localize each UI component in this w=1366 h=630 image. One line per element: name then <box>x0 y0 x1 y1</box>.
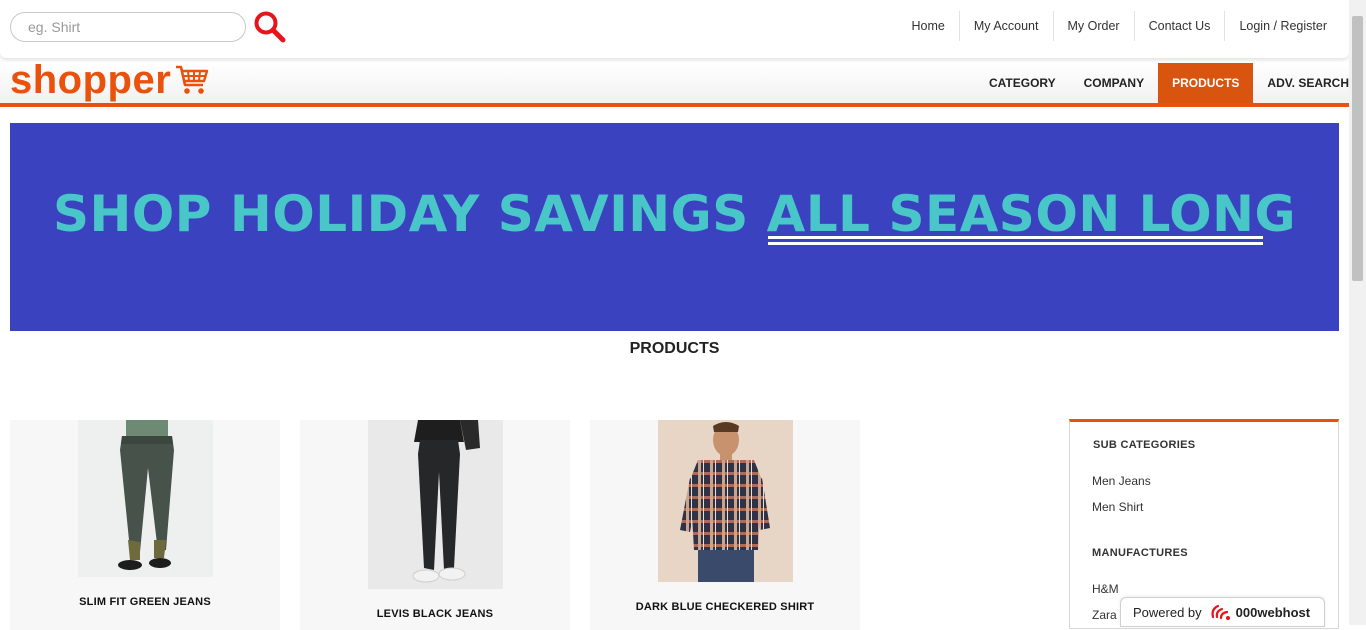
page-scrollbar[interactable] <box>1349 0 1366 625</box>
top-links: Home My Account My Order Contact Us Logi… <box>898 11 1341 41</box>
product-card-levis-black-jeans[interactable]: LEVIS BLACK JEANS <box>300 420 570 630</box>
manufacturer-zara[interactable]: Zara <box>1092 608 1117 622</box>
product-name[interactable]: LEVIS BLACK JEANS <box>300 608 570 620</box>
login-register-link[interactable]: Login / Register <box>1224 11 1341 41</box>
nav-company[interactable]: COMPANY <box>1070 63 1158 103</box>
cart-icon <box>175 64 209 101</box>
my-order-link[interactable]: My Order <box>1052 11 1134 41</box>
powered-by-label: Powered by <box>1133 604 1202 620</box>
powered-by-badge[interactable]: Powered by 000webhost <box>1120 597 1325 627</box>
home-link[interactable]: Home <box>898 11 959 41</box>
banner-text-emphasis: ALL SEASON LONG <box>766 185 1297 243</box>
top-bar: Home My Account My Order Contact Us Logi… <box>0 0 1349 58</box>
section-title: PRODUCTS <box>629 340 720 357</box>
my-account-link[interactable]: My Account <box>958 11 1053 41</box>
product-image[interactable] <box>368 420 503 589</box>
nav-products[interactable]: PRODUCTS <box>1158 63 1254 103</box>
product-image[interactable] <box>78 420 213 577</box>
scrollbar-thumb[interactable] <box>1352 16 1363 281</box>
contact-us-link[interactable]: Contact Us <box>1133 11 1225 41</box>
product-card-slim-fit-green-jeans[interactable]: SLIM FIT GREEN JEANS <box>10 420 280 630</box>
nav-category[interactable]: CATEGORY <box>975 63 1070 103</box>
search-icon[interactable] <box>252 9 288 45</box>
manufacturer-hm[interactable]: H&M <box>1092 582 1119 596</box>
product-card-dark-blue-checkered-shirt[interactable]: DARK BLUE CHECKERED SHIRT <box>590 420 860 630</box>
product-image[interactable] <box>658 420 793 582</box>
promo-banner[interactable]: SHOP HOLIDAY SAVINGS ALL SEASON LONG <box>10 123 1339 331</box>
product-name[interactable]: DARK BLUE CHECKERED SHIRT <box>590 601 860 613</box>
logo[interactable]: shopper <box>10 58 209 103</box>
header-divider <box>0 103 1349 107</box>
manufactures-heading: MANUFACTURES <box>1092 547 1188 559</box>
banner-headline: SHOP HOLIDAY SAVINGS ALL SEASON LONG <box>10 185 1339 243</box>
logo-text: shopper <box>10 58 172 102</box>
powered-by-brand: 000webhost <box>1235 604 1311 620</box>
sub-category-men-jeans[interactable]: Men Jeans <box>1092 474 1151 488</box>
banner-text-start: SHOP HOLIDAY SAVINGS <box>52 185 767 243</box>
search-input[interactable] <box>10 12 246 42</box>
nav-adv-search[interactable]: ADV. SEARCH <box>1253 63 1363 103</box>
sub-category-men-shirt[interactable]: Men Shirt <box>1092 500 1143 514</box>
sub-categories-heading: SUB CATEGORIES <box>1093 439 1196 451</box>
banner-underline <box>768 236 1263 245</box>
main-nav: CATEGORY COMPANY PRODUCTS ADV. SEARCH <box>975 63 1363 103</box>
product-name[interactable]: SLIM FIT GREEN JEANS <box>10 596 280 608</box>
webhost-logo-icon <box>1210 603 1232 621</box>
